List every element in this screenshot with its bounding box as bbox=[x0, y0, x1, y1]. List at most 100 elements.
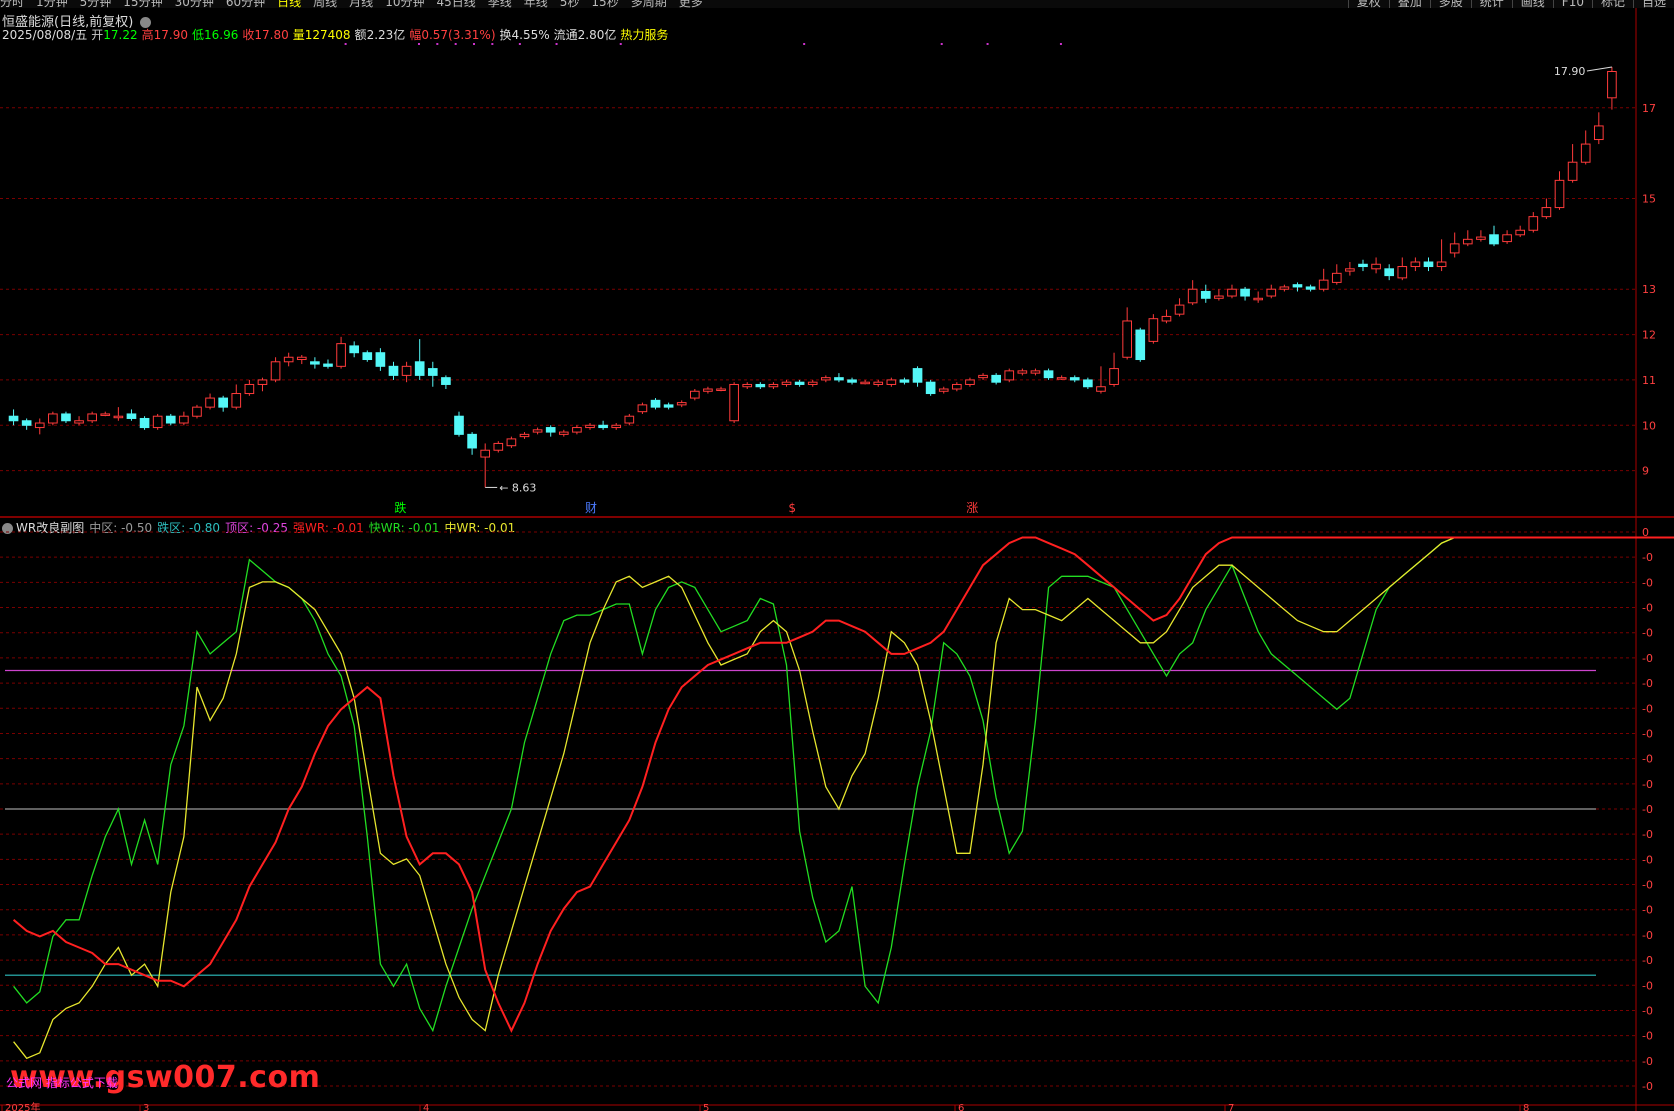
wr-tick-label: -0 bbox=[1642, 1055, 1653, 1068]
wr-tick-label: -0 bbox=[1642, 1030, 1653, 1043]
candle-body-up bbox=[1148, 318, 1159, 342]
candle-body-up bbox=[1096, 386, 1106, 392]
candle-body-up bbox=[1580, 143, 1591, 163]
candle-body-up bbox=[572, 427, 582, 433]
candle-body-up bbox=[1161, 315, 1172, 322]
candle-body-up bbox=[401, 365, 412, 376]
price-tick-label: 15 bbox=[1642, 193, 1656, 206]
low-price-label: ← 8.63 bbox=[499, 481, 536, 494]
candle-body-down bbox=[21, 420, 32, 426]
candle-body-up bbox=[532, 429, 543, 433]
x-axis-label: 6 bbox=[958, 1103, 964, 1111]
wr-tick-label: -0 bbox=[1642, 954, 1653, 967]
x-axis-label: 8 bbox=[1523, 1103, 1529, 1111]
candle-body-up bbox=[886, 379, 897, 385]
candle-body-up bbox=[506, 438, 517, 447]
signal-dot bbox=[436, 43, 439, 45]
candle-body-up bbox=[611, 424, 622, 429]
candle-body-up bbox=[1109, 368, 1119, 385]
candle-body-down bbox=[218, 397, 228, 408]
wr-tick-label: -0 bbox=[1642, 828, 1653, 841]
signal-dot bbox=[619, 43, 622, 45]
candle-body-up bbox=[113, 415, 124, 419]
candle-body-up bbox=[1331, 272, 1342, 283]
candle-body-down bbox=[1305, 286, 1316, 290]
wr-tick-label: -0 bbox=[1642, 602, 1653, 615]
candle-body-up bbox=[257, 379, 268, 385]
candle-body-down bbox=[454, 415, 464, 435]
signal-dot bbox=[1059, 43, 1062, 45]
kline-chart[interactable]: 17151312111090-0-0-0-0-0-0-0-0-0-0-0-0-0… bbox=[0, 0, 1674, 1111]
candle-body-up bbox=[283, 356, 294, 363]
candle-body-down bbox=[1069, 377, 1080, 381]
price-tick-label: 13 bbox=[1642, 283, 1656, 296]
candle-body-down bbox=[1083, 379, 1093, 388]
candle-body-up bbox=[938, 388, 949, 392]
signal-dot bbox=[417, 43, 420, 45]
candle-body-up bbox=[48, 413, 58, 424]
candle-body-down bbox=[388, 365, 399, 376]
candle-body-up bbox=[1056, 377, 1067, 380]
price-tick-label: 11 bbox=[1642, 374, 1656, 387]
candle-body-up bbox=[952, 383, 962, 390]
candle-body-up bbox=[860, 381, 870, 385]
candle-body-down bbox=[1489, 234, 1499, 245]
candle-body-up bbox=[336, 343, 346, 367]
candle-body-down bbox=[1043, 370, 1054, 379]
candle-body-up bbox=[1253, 297, 1263, 301]
candle-body-down bbox=[545, 427, 556, 433]
candle-body-down bbox=[126, 413, 137, 419]
candle-body-up bbox=[1279, 286, 1290, 290]
candle-body-down bbox=[1240, 288, 1250, 297]
wr-tick-label: -0 bbox=[1642, 879, 1653, 892]
candle-body-up bbox=[821, 377, 831, 381]
candle-body-up bbox=[807, 381, 818, 385]
candle-body-down bbox=[165, 415, 176, 424]
candle-body-down bbox=[362, 352, 373, 361]
wr-tick-label: -0 bbox=[1642, 753, 1653, 766]
candle-body-down bbox=[925, 381, 936, 395]
signal-dot bbox=[454, 43, 457, 45]
candle-body-up bbox=[1187, 288, 1198, 304]
candle-body-down bbox=[847, 379, 857, 383]
candle-body-down bbox=[1200, 290, 1211, 299]
candle-body-down bbox=[61, 413, 71, 422]
event-marker: $ bbox=[788, 501, 796, 515]
wr-tick-label: -0 bbox=[1642, 727, 1653, 740]
candle-body-up bbox=[1607, 71, 1617, 99]
candle-body-up bbox=[1318, 279, 1329, 290]
candle-body-up bbox=[703, 388, 713, 392]
wr-tick-label: -0 bbox=[1642, 904, 1653, 917]
candle-body-up bbox=[873, 381, 884, 385]
candle-body-up bbox=[192, 406, 202, 417]
candle-body-up bbox=[1371, 263, 1381, 270]
high-price-pointer bbox=[1586, 66, 1612, 72]
signal-dot bbox=[491, 43, 494, 45]
x-axis-label: 5 bbox=[703, 1103, 709, 1111]
candle-body-up bbox=[1436, 261, 1447, 268]
candle-body-up bbox=[152, 415, 163, 429]
candle-body-down bbox=[755, 383, 766, 388]
candle-body-up bbox=[1227, 288, 1237, 297]
wr-tick-label: -0 bbox=[1642, 778, 1653, 791]
candle-body-up bbox=[689, 390, 700, 399]
candle-body-down bbox=[912, 368, 923, 383]
candle-body-up bbox=[519, 433, 530, 438]
wr-tick-label: -0 bbox=[1642, 803, 1653, 816]
candle-body-up bbox=[978, 374, 988, 379]
signal-dot bbox=[518, 43, 521, 45]
price-tick-label: 10 bbox=[1642, 419, 1656, 432]
candle-body-up bbox=[100, 413, 111, 416]
candle-body-up bbox=[270, 361, 281, 381]
candle-body-up bbox=[179, 415, 189, 424]
wr-tick-label: -0 bbox=[1642, 652, 1653, 665]
wr-tick-label: -0 bbox=[1642, 1080, 1653, 1093]
candle-body-up bbox=[965, 379, 975, 385]
x-axis-label: 4 bbox=[423, 1103, 429, 1111]
candle-body-down bbox=[139, 417, 150, 429]
candle-body-up bbox=[1593, 125, 1604, 141]
signal-dot bbox=[473, 43, 476, 45]
candle-body-up bbox=[1174, 304, 1185, 315]
candle-body-up bbox=[1410, 261, 1421, 268]
candle-body-down bbox=[1292, 284, 1303, 288]
